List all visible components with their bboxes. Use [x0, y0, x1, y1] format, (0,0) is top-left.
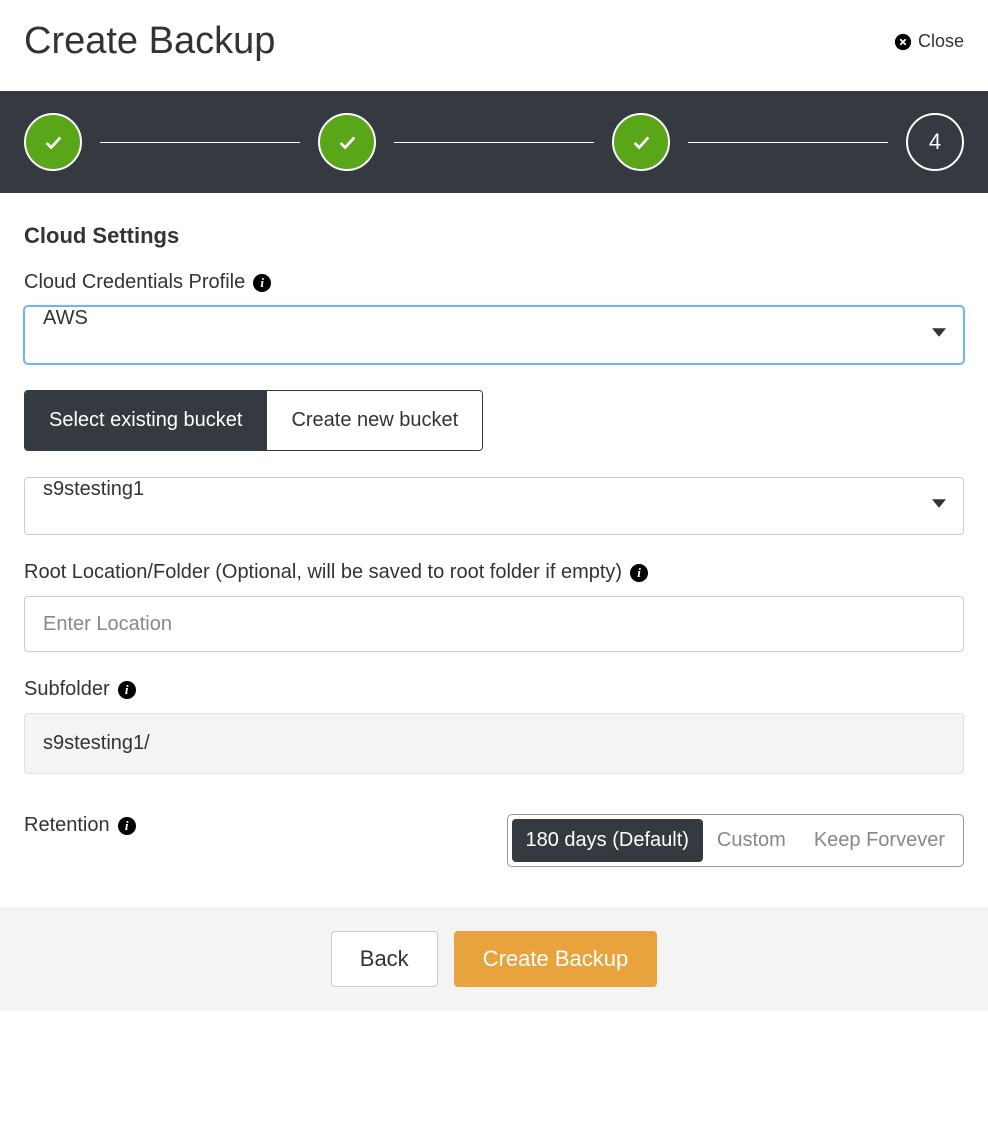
bucket-mode-toggle: Select existing bucket Create new bucket [24, 390, 483, 451]
credentials-select[interactable]: AWS [24, 306, 964, 364]
step-1-done [24, 113, 82, 171]
retention-label: Retention [24, 814, 110, 837]
credentials-value: AWS [43, 307, 88, 329]
step-number: 4 [929, 129, 941, 155]
subfolder-display: s9stesting1/ [24, 713, 964, 774]
info-icon[interactable]: i [253, 274, 271, 292]
page-title: Create Backup [24, 20, 275, 63]
bucket-value: s9stesting1 [43, 478, 144, 500]
info-icon[interactable]: i [118, 817, 136, 835]
step-4-current: 4 [906, 113, 964, 171]
section-title: Cloud Settings [24, 223, 964, 249]
retention-custom-button[interactable]: Custom [703, 819, 800, 862]
info-icon[interactable]: i [118, 681, 136, 699]
close-label: Close [918, 31, 964, 52]
step-line [394, 142, 594, 143]
step-2-done [318, 113, 376, 171]
credentials-label: Cloud Credentials Profile [24, 271, 245, 294]
retention-default-button[interactable]: 180 days (Default) [512, 819, 703, 862]
create-new-bucket-button[interactable]: Create new bucket [266, 391, 482, 450]
step-line [688, 142, 888, 143]
check-icon [630, 131, 652, 153]
retention-toggle-group: 180 days (Default) Custom Keep Forvever [507, 814, 965, 867]
bucket-select[interactable]: s9stesting1 [24, 477, 964, 535]
close-button[interactable]: Close [894, 31, 964, 52]
check-icon [336, 131, 358, 153]
close-icon [894, 33, 912, 51]
retention-forever-button[interactable]: Keep Forvever [800, 819, 959, 862]
root-location-input[interactable] [24, 596, 964, 652]
step-line [100, 142, 300, 143]
back-button[interactable]: Back [331, 931, 438, 987]
select-existing-bucket-button[interactable]: Select existing bucket [25, 391, 266, 450]
check-icon [42, 131, 64, 153]
progress-stepper: 4 [0, 91, 988, 193]
create-backup-button[interactable]: Create Backup [454, 931, 658, 987]
step-3-done [612, 113, 670, 171]
info-icon[interactable]: i [630, 564, 648, 582]
subfolder-label: Subfolder [24, 678, 110, 701]
root-location-label: Root Location/Folder (Optional, will be … [24, 561, 622, 584]
